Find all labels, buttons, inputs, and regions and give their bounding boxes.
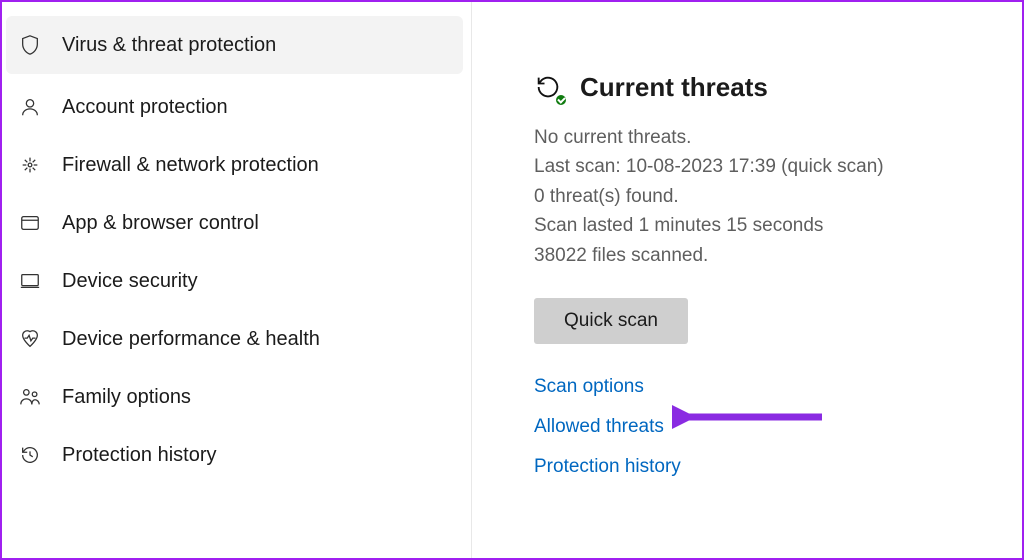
history-icon xyxy=(18,443,42,467)
browser-icon xyxy=(18,211,42,235)
network-icon xyxy=(18,153,42,177)
status-line-last-scan: Last scan: 10-08-2023 17:39 (quick scan) xyxy=(534,152,1022,181)
sidebar-item-label: Firewall & network protection xyxy=(62,154,319,177)
threat-status-block: No current threats. Last scan: 10-08-202… xyxy=(534,123,1022,270)
status-line-files-scanned: 38022 files scanned. xyxy=(534,241,1022,270)
content-panel: Current threats No current threats. Last… xyxy=(472,2,1022,558)
scan-status-icon xyxy=(534,73,564,103)
sidebar-item-app-browser[interactable]: App & browser control xyxy=(2,194,471,252)
sidebar-item-account[interactable]: Account protection xyxy=(2,78,471,136)
allowed-threats-link[interactable]: Allowed threats xyxy=(534,416,1022,438)
device-icon xyxy=(18,269,42,293)
protection-history-link[interactable]: Protection history xyxy=(534,456,1022,478)
sidebar-item-virus-threat[interactable]: Virus & threat protection xyxy=(6,16,463,74)
scan-options-link[interactable]: Scan options xyxy=(534,376,1022,398)
sidebar-item-firewall[interactable]: Firewall & network protection xyxy=(2,136,471,194)
sidebar-item-protection-history[interactable]: Protection history xyxy=(2,426,471,484)
sidebar-item-device-security[interactable]: Device security xyxy=(2,252,471,310)
sidebar-item-label: Virus & threat protection xyxy=(62,34,276,57)
quick-scan-button[interactable]: Quick scan xyxy=(534,298,688,344)
threat-links: Scan options Allowed threats Protection … xyxy=(534,376,1022,478)
account-icon xyxy=(18,95,42,119)
status-line-no-threats: No current threats. xyxy=(534,123,1022,152)
status-line-duration: Scan lasted 1 minutes 15 seconds xyxy=(534,211,1022,240)
sidebar-item-label: Device performance & health xyxy=(62,328,320,351)
status-line-threats-found: 0 threat(s) found. xyxy=(534,182,1022,211)
sidebar-item-family[interactable]: Family options xyxy=(2,368,471,426)
current-threats-header: Current threats xyxy=(534,72,1022,103)
sidebar-item-label: Protection history xyxy=(62,444,217,467)
shield-icon xyxy=(18,33,42,57)
sidebar-item-label: Account protection xyxy=(62,96,228,119)
current-threats-title: Current threats xyxy=(580,72,768,103)
family-icon xyxy=(18,385,42,409)
sidebar-item-device-health[interactable]: Device performance & health xyxy=(2,310,471,368)
sidebar-item-label: App & browser control xyxy=(62,212,259,235)
sidebar: Virus & threat protection Account protec… xyxy=(2,2,472,558)
sidebar-item-label: Device security xyxy=(62,270,198,293)
health-icon xyxy=(18,327,42,351)
sidebar-item-label: Family options xyxy=(62,386,191,409)
